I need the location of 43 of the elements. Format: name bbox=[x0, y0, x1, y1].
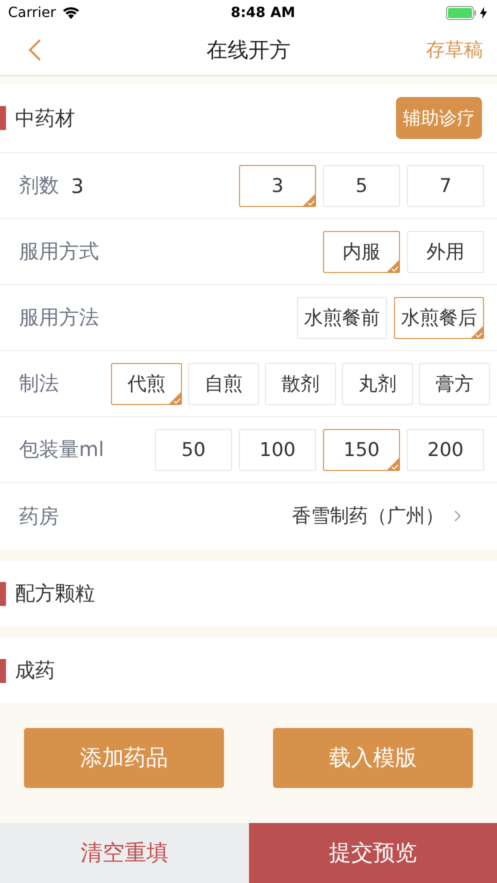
option-chip[interactable]: 外用 bbox=[407, 230, 484, 272]
option-chip[interactable]: 散剂 bbox=[265, 362, 336, 404]
option-chip[interactable]: 自煎 bbox=[188, 362, 259, 404]
row-label: 药房 bbox=[19, 502, 59, 530]
pharmacy-value[interactable]: 香雪制药（广州） bbox=[292, 503, 444, 529]
option-chip[interactable]: 水煎餐前 bbox=[297, 296, 387, 338]
row-label: 剂数 bbox=[19, 172, 59, 199]
option-chip[interactable]: 水煎餐后 bbox=[394, 296, 484, 338]
option-chip[interactable]: 3 bbox=[239, 164, 316, 206]
option-chip[interactable]: 膏方 bbox=[419, 362, 490, 404]
option-chip[interactable]: 100 bbox=[239, 428, 316, 470]
chevron-icon[interactable] bbox=[454, 510, 462, 522]
section-marker bbox=[0, 658, 6, 682]
option-chip[interactable]: 200 bbox=[407, 428, 484, 470]
option-chip[interactable]: 代煎 bbox=[111, 362, 182, 404]
section-title: 成药 bbox=[15, 657, 55, 684]
row-label: 服用方法 bbox=[19, 304, 99, 331]
check-corner-icon bbox=[302, 192, 316, 206]
row-label: 制法 bbox=[19, 370, 59, 397]
option-chip[interactable]: 5 bbox=[323, 164, 400, 206]
reset-button[interactable]: 清空重填 bbox=[0, 823, 248, 883]
option-chip[interactable]: 内服 bbox=[323, 230, 400, 272]
status-time: 8:48 AM bbox=[230, 4, 296, 20]
option-chip[interactable]: 丸剂 bbox=[342, 362, 413, 404]
section-marker bbox=[0, 106, 6, 130]
wifi-icon bbox=[62, 6, 80, 19]
carrier-label: Carrier bbox=[8, 4, 56, 20]
submit-button[interactable]: 提交预览 bbox=[248, 823, 497, 883]
section-title: 配方颗粒 bbox=[15, 580, 95, 607]
option-chip[interactable]: 7 bbox=[407, 164, 484, 206]
section-title: 中药材 bbox=[15, 104, 75, 132]
check-corner-icon bbox=[168, 390, 182, 404]
check-corner-icon bbox=[470, 324, 484, 338]
check-corner-icon bbox=[386, 258, 400, 272]
dose-value: 3 bbox=[71, 174, 84, 198]
page-title: 在线开方 bbox=[206, 37, 290, 64]
option-chip[interactable]: 50 bbox=[155, 428, 232, 470]
row-label: 服用方式 bbox=[19, 238, 99, 265]
check-corner-icon bbox=[386, 456, 400, 470]
section-marker bbox=[0, 582, 6, 606]
row-label: 包装量ml bbox=[19, 436, 104, 463]
back-icon[interactable] bbox=[28, 38, 42, 62]
option-chip[interactable]: 150 bbox=[323, 428, 400, 470]
